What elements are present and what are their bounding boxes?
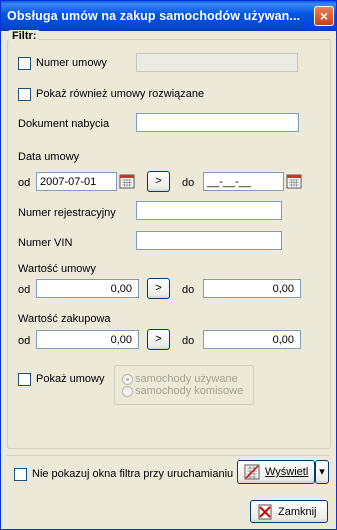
close-button-label: Zamknij [278, 506, 317, 518]
wartosc-zakupowa-range-button[interactable]: > [147, 329, 170, 350]
date-from-input[interactable]: 2007-07-01 [36, 172, 117, 191]
close-button[interactable]: Zamknij [250, 500, 328, 523]
numer-vin-label: Numer VIN [18, 237, 73, 249]
show-dropdown-arrow[interactable]: ▾ [315, 460, 329, 484]
pokaz-umowy-checkbox[interactable] [18, 373, 31, 386]
wartosc-zakupowa-label: Wartość zakupowa [18, 313, 111, 325]
radio-commission-cars-label: samochody komisowe [135, 385, 244, 397]
show-terminated-label: Pokaż również umowy rozwiązane [36, 88, 205, 100]
wartosc-zakupowa-to-input[interactable]: 0,00 [203, 330, 301, 349]
wartosc-umowy-range-button[interactable]: > [147, 278, 170, 299]
data-umowy-label: Data umowy [18, 151, 80, 163]
title-bar[interactable]: Obsługa umów na zakup samochodów używan.… [1, 1, 336, 31]
radio-commission-cars[interactable] [122, 386, 133, 397]
date-from-label: od [18, 177, 31, 189]
wartosc-zakupowa-from-label: od [18, 335, 31, 347]
radio-used-cars[interactable] [122, 374, 133, 385]
dont-show-filter-checkbox[interactable] [14, 468, 27, 481]
numer-rejestracyjny-label: Numer rejestracyjny [18, 207, 116, 219]
dialog-window: Obsługa umów na zakup samochodów używan.… [0, 0, 337, 530]
dokument-nabycia-label: Dokument nabycia [18, 118, 110, 130]
dokument-nabycia-input[interactable] [136, 113, 299, 132]
close-icon[interactable]: × [314, 6, 334, 26]
wartosc-zakupowa-from-input[interactable]: 0,00 [36, 330, 139, 349]
numer-rejestracyjny-input[interactable] [136, 201, 282, 220]
show-terminated-checkbox[interactable] [18, 88, 31, 101]
wartosc-umowy-from-label: od [18, 284, 31, 296]
dont-show-filter-label: Nie pokazuj okna filtra przy uruchamiani… [32, 468, 234, 480]
date-to-input[interactable]: __-__-__ [203, 172, 284, 191]
filter-legend: Filtr: [9, 30, 40, 42]
numer-vin-input[interactable] [136, 231, 282, 250]
close-doc-icon [258, 504, 272, 520]
calendar-icon[interactable] [119, 173, 135, 189]
date-range-button[interactable]: > [147, 171, 170, 192]
footer-separator [7, 455, 329, 456]
show-button[interactable]: Wyświetl [237, 460, 315, 484]
numer-umowy-label: Numer umowy [36, 57, 107, 69]
wartosc-umowy-to-label: do [182, 284, 195, 296]
show-filter-icon [244, 464, 260, 480]
show-button-label: Wyświetl [265, 466, 309, 478]
wartosc-umowy-to-input[interactable]: 0,00 [203, 279, 301, 298]
numer-umowy-input[interactable] [136, 53, 298, 72]
pokaz-umowy-label: Pokaż umowy [36, 373, 105, 385]
wartosc-zakupowa-to-label: do [182, 335, 195, 347]
numer-umowy-checkbox[interactable] [18, 57, 31, 70]
calendar-icon[interactable] [286, 173, 302, 189]
wartosc-umowy-from-input[interactable]: 0,00 [36, 279, 139, 298]
date-to-label: do [182, 177, 195, 189]
wartosc-umowy-label: Wartość umowy [18, 263, 96, 275]
window-title: Obsługa umów na zakup samochodów używan.… [7, 9, 301, 23]
radio-used-cars-label: samochody używane [135, 373, 238, 385]
